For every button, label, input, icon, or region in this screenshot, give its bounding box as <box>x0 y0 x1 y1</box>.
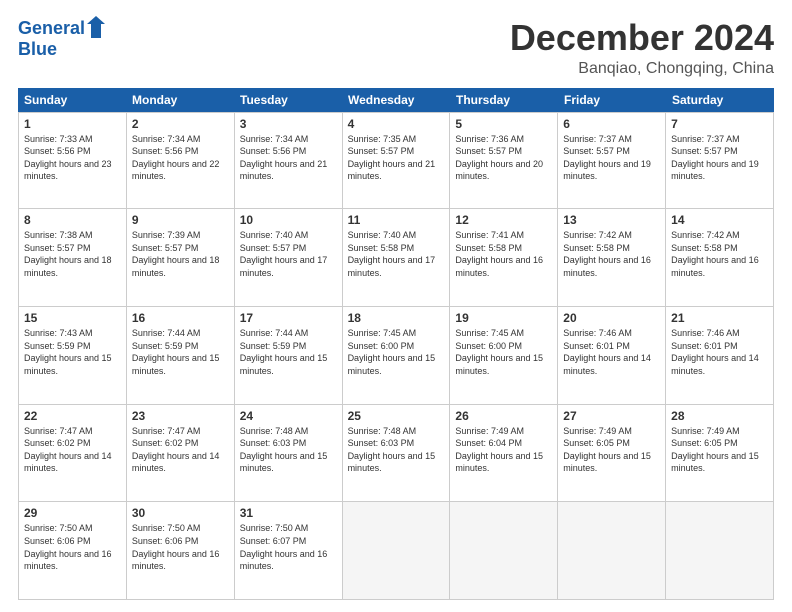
cell-12: 12 Sunrise: 7:41 AMSunset: 5:58 PMDaylig… <box>450 209 558 307</box>
cell-21: 21 Sunrise: 7:46 AMSunset: 6:01 PMDaylig… <box>666 307 774 405</box>
header: General Blue December 2024 Banqiao, Chon… <box>18 18 774 78</box>
cell-22: 22 Sunrise: 7:47 AMSunset: 6:02 PMDaylig… <box>19 405 127 503</box>
cell-23: 23 Sunrise: 7:47 AMSunset: 6:02 PMDaylig… <box>127 405 235 503</box>
title-block: December 2024 Banqiao, Chongqing, China <box>510 18 774 78</box>
cell-31: 31 Sunrise: 7:50 AMSunset: 6:07 PMDaylig… <box>235 502 343 600</box>
logo-text2: Blue <box>18 40 57 60</box>
week-4: 22 Sunrise: 7:47 AMSunset: 6:02 PMDaylig… <box>18 405 774 503</box>
cell-28: 28 Sunrise: 7:49 AMSunset: 6:05 PMDaylig… <box>666 405 774 503</box>
cell-30: 30 Sunrise: 7:50 AMSunset: 6:06 PMDaylig… <box>127 502 235 600</box>
header-friday: Friday <box>558 88 666 112</box>
cell-10: 10 Sunrise: 7:40 AMSunset: 5:57 PMDaylig… <box>235 209 343 307</box>
cell-empty-1 <box>343 502 451 600</box>
cell-19: 19 Sunrise: 7:45 AMSunset: 6:00 PMDaylig… <box>450 307 558 405</box>
week-1: 1 Sunrise: 7:33 AMSunset: 5:56 PMDayligh… <box>18 112 774 210</box>
cell-24: 24 Sunrise: 7:48 AMSunset: 6:03 PMDaylig… <box>235 405 343 503</box>
cell-empty-4 <box>666 502 774 600</box>
logo-icon <box>87 16 105 38</box>
cell-20: 20 Sunrise: 7:46 AMSunset: 6:01 PMDaylig… <box>558 307 666 405</box>
cell-1: 1 Sunrise: 7:33 AMSunset: 5:56 PMDayligh… <box>19 112 127 210</box>
logo: General Blue <box>18 18 105 60</box>
cell-16: 16 Sunrise: 7:44 AMSunset: 5:59 PMDaylig… <box>127 307 235 405</box>
cell-18: 18 Sunrise: 7:45 AMSunset: 6:00 PMDaylig… <box>343 307 451 405</box>
header-wednesday: Wednesday <box>342 88 450 112</box>
week-3: 15 Sunrise: 7:43 AMSunset: 5:59 PMDaylig… <box>18 307 774 405</box>
page: General Blue December 2024 Banqiao, Chon… <box>0 0 792 612</box>
header-monday: Monday <box>126 88 234 112</box>
header-sunday: Sunday <box>18 88 126 112</box>
cell-2: 2 Sunrise: 7:34 AMSunset: 5:56 PMDayligh… <box>127 112 235 210</box>
calendar-body: 1 Sunrise: 7:33 AMSunset: 5:56 PMDayligh… <box>18 112 774 600</box>
cell-11: 11 Sunrise: 7:40 AMSunset: 5:58 PMDaylig… <box>343 209 451 307</box>
cell-empty-3 <box>558 502 666 600</box>
cell-3: 3 Sunrise: 7:34 AMSunset: 5:56 PMDayligh… <box>235 112 343 210</box>
cell-6: 6 Sunrise: 7:37 AMSunset: 5:57 PMDayligh… <box>558 112 666 210</box>
header-saturday: Saturday <box>666 88 774 112</box>
month-title: December 2024 <box>510 18 774 58</box>
cell-25: 25 Sunrise: 7:48 AMSunset: 6:03 PMDaylig… <box>343 405 451 503</box>
cell-5: 5 Sunrise: 7:36 AMSunset: 5:57 PMDayligh… <box>450 112 558 210</box>
cell-empty-2 <box>450 502 558 600</box>
cell-14: 14 Sunrise: 7:42 AMSunset: 5:58 PMDaylig… <box>666 209 774 307</box>
header-tuesday: Tuesday <box>234 88 342 112</box>
cell-9: 9 Sunrise: 7:39 AMSunset: 5:57 PMDayligh… <box>127 209 235 307</box>
calendar-header: Sunday Monday Tuesday Wednesday Thursday… <box>18 88 774 112</box>
cell-15: 15 Sunrise: 7:43 AMSunset: 5:59 PMDaylig… <box>19 307 127 405</box>
cell-4: 4 Sunrise: 7:35 AMSunset: 5:57 PMDayligh… <box>343 112 451 210</box>
cell-26: 26 Sunrise: 7:49 AMSunset: 6:04 PMDaylig… <box>450 405 558 503</box>
week-5: 29 Sunrise: 7:50 AMSunset: 6:06 PMDaylig… <box>18 502 774 600</box>
location: Banqiao, Chongqing, China <box>510 60 774 78</box>
cell-13: 13 Sunrise: 7:42 AMSunset: 5:58 PMDaylig… <box>558 209 666 307</box>
cell-29: 29 Sunrise: 7:50 AMSunset: 6:06 PMDaylig… <box>19 502 127 600</box>
cell-8: 8 Sunrise: 7:38 AMSunset: 5:57 PMDayligh… <box>19 209 127 307</box>
logo-text: General <box>18 19 85 39</box>
cell-27: 27 Sunrise: 7:49 AMSunset: 6:05 PMDaylig… <box>558 405 666 503</box>
calendar: Sunday Monday Tuesday Wednesday Thursday… <box>18 88 774 600</box>
week-2: 8 Sunrise: 7:38 AMSunset: 5:57 PMDayligh… <box>18 209 774 307</box>
cell-7: 7 Sunrise: 7:37 AMSunset: 5:57 PMDayligh… <box>666 112 774 210</box>
header-thursday: Thursday <box>450 88 558 112</box>
cell-17: 17 Sunrise: 7:44 AMSunset: 5:59 PMDaylig… <box>235 307 343 405</box>
